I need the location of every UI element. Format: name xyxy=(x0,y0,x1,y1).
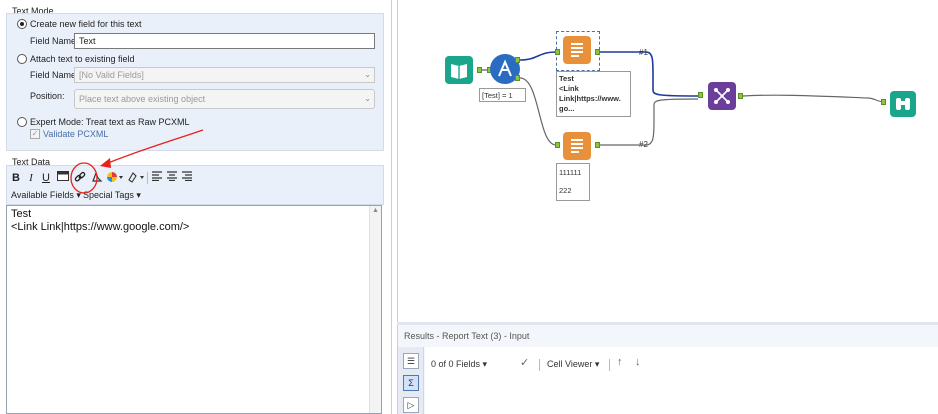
tag-icon[interactable]: ▷ xyxy=(403,397,419,413)
connection-filter-true xyxy=(519,51,557,61)
binoculars-icon xyxy=(896,98,910,110)
output-anchor[interactable] xyxy=(595,49,600,55)
results-grid: 0 of 0 Fields ▾ ✓ Cell Viewer ▾ ↑ ↓ xyxy=(425,347,938,414)
filter-expression: [Test] = 1 xyxy=(482,91,513,100)
annotation-line: go... xyxy=(559,104,575,113)
input-anchor[interactable] xyxy=(698,92,703,98)
report-text-1-annotation: Test <Link Link|https://www. go... xyxy=(556,71,631,117)
output-anchor[interactable] xyxy=(738,93,743,99)
workflow-canvas[interactable]: [Test] = 1 Test <Link Link|https://www. … xyxy=(397,0,938,322)
annotation-overlay xyxy=(70,129,204,194)
report-text-icon xyxy=(571,139,583,153)
output-anchor[interactable] xyxy=(477,67,482,73)
cell-viewer-menu[interactable]: Cell Viewer ▾ xyxy=(547,359,599,370)
cell-viewer-label: Cell Viewer xyxy=(547,359,593,369)
browse-tool[interactable] xyxy=(890,91,916,117)
results-panel: Results - Report Text (3) - Input ☰ Σ ▷ … xyxy=(397,325,938,414)
filter-annotation: [Test] = 1 xyxy=(479,88,526,102)
connection-label-1: #1 xyxy=(639,48,648,57)
checkmark-icon[interactable]: ✓ xyxy=(520,356,529,369)
true-anchor[interactable] xyxy=(515,57,520,63)
fields-count-menu[interactable]: 0 of 0 Fields ▾ xyxy=(431,359,487,370)
caret-down-icon: ▾ xyxy=(482,359,488,369)
results-side-toolbar: ☰ Σ ▷ xyxy=(398,347,424,414)
annotation-line: Test xyxy=(559,74,574,83)
toolbar-divider xyxy=(609,359,610,371)
configuration-panel: Text Mode Create new field for this text… xyxy=(0,0,392,414)
annotation-arrowhead xyxy=(100,158,111,168)
annotation-arrow xyxy=(107,129,204,164)
input-anchor[interactable] xyxy=(555,49,560,55)
false-anchor[interactable] xyxy=(515,75,520,81)
report-text-2-annotation: 111111 222 xyxy=(556,163,590,201)
output-anchor[interactable] xyxy=(595,142,600,148)
arrow-up-icon[interactable]: ↑ xyxy=(617,356,623,368)
report-text-tool-2[interactable] xyxy=(563,132,591,160)
layout-icon xyxy=(714,88,730,104)
annotation-line: 111111 xyxy=(559,168,582,177)
toolbar-divider xyxy=(539,359,540,371)
caret-down-icon: ▾ xyxy=(594,359,600,369)
connection-label-2: #2 xyxy=(639,140,648,149)
input-data-tool[interactable] xyxy=(445,56,473,84)
connections-layer xyxy=(482,51,885,146)
report-text-tool-1[interactable] xyxy=(563,36,591,64)
annotation-circle xyxy=(70,162,98,194)
sum-icon[interactable]: Σ xyxy=(403,375,419,391)
annotation-line: <Link xyxy=(559,84,579,93)
report-text-icon xyxy=(571,43,583,57)
fields-count-label: 0 of 0 Fields xyxy=(431,359,481,369)
annotation-line: 222 xyxy=(559,186,572,195)
input-anchor[interactable] xyxy=(555,142,560,148)
layout-tool[interactable] xyxy=(708,82,736,110)
annotation-line: Link|https://www. xyxy=(559,94,621,103)
table-view-icon[interactable]: ☰ xyxy=(403,353,419,369)
results-title: Results - Report Text (3) - Input xyxy=(404,331,530,341)
connection-join-browse xyxy=(742,94,885,103)
input-anchor[interactable] xyxy=(881,99,886,105)
book-icon xyxy=(451,64,467,79)
arrow-down-icon[interactable]: ↓ xyxy=(635,356,641,368)
